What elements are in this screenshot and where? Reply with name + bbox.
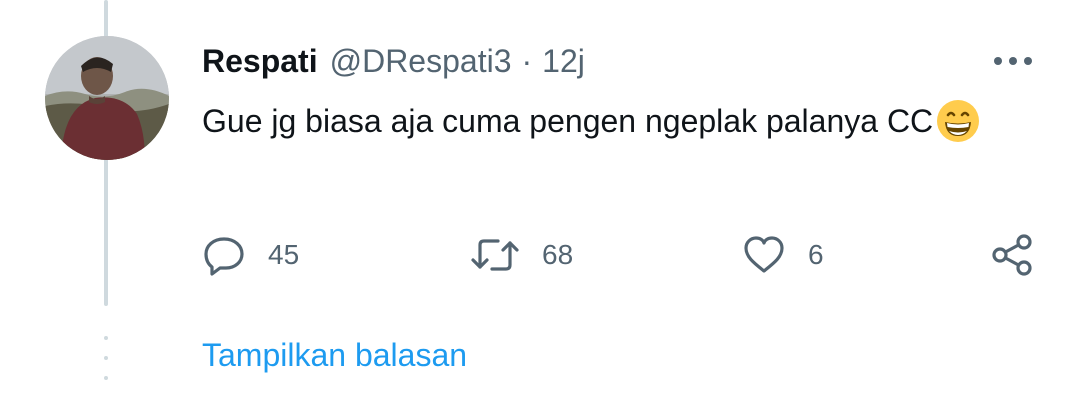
- heart-icon: [744, 236, 784, 273]
- like-button[interactable]: 6: [742, 232, 824, 278]
- share-icon: [992, 234, 1032, 276]
- retweet-button[interactable]: 68: [470, 232, 573, 278]
- share-button[interactable]: [990, 232, 1036, 278]
- like-count: 6: [808, 239, 824, 270]
- tweet-text: Gue jg biasa aja cuma pengen ngeplak pal…: [202, 98, 1022, 144]
- reply-button[interactable]: 45: [202, 232, 299, 278]
- more-options-button[interactable]: [990, 50, 1036, 72]
- reply-count: 45: [268, 239, 300, 270]
- author-handle[interactable]: @DRespati3: [330, 43, 512, 80]
- retweet-icon: [471, 239, 519, 271]
- avatar-image: [45, 36, 169, 160]
- retweet-count: 68: [542, 239, 574, 270]
- thread-dot: [104, 336, 108, 340]
- grinning-face-emoji-icon: [935, 98, 981, 144]
- thread-dot: [104, 376, 108, 380]
- reply-icon: [204, 237, 244, 276]
- thread-dot: [104, 356, 108, 360]
- author-name[interactable]: Respati: [202, 43, 318, 80]
- show-replies-link[interactable]: Tampilkan balasan: [202, 334, 467, 376]
- thread-dots: [104, 336, 108, 380]
- header-separator: ·: [521, 42, 533, 79]
- tweet-timestamp[interactable]: 12j: [542, 43, 585, 80]
- more-dots-icon: [994, 57, 1032, 65]
- tweet-text-content: Gue jg biasa aja cuma pengen ngeplak pal…: [202, 103, 934, 139]
- tweet-header: Respati @DRespati3 · 12j: [202, 40, 585, 82]
- avatar[interactable]: [45, 36, 169, 160]
